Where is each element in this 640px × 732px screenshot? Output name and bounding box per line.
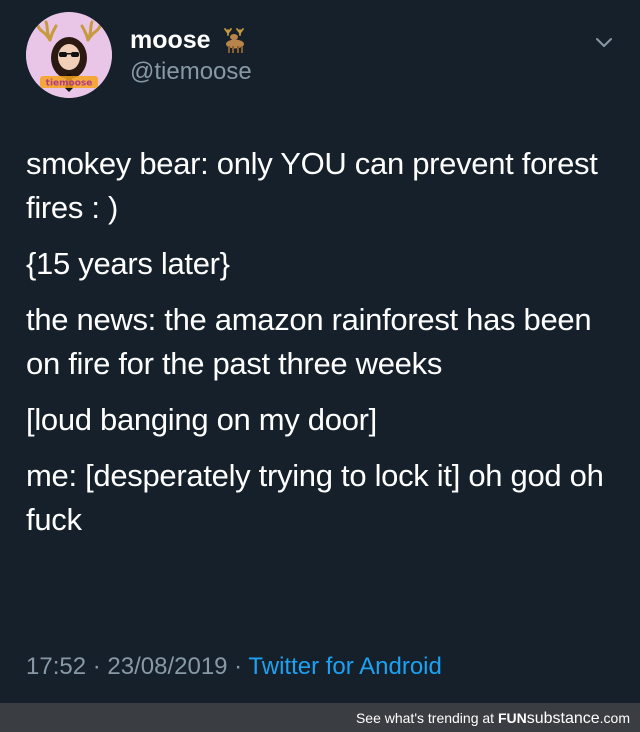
avatar-image: tiemoose	[26, 12, 112, 98]
watermark-brand-com: .com	[599, 710, 630, 726]
tweet-line: the news: the amazon rainforest has been…	[26, 302, 592, 381]
tweet-card: tiemoose moose @tiemoose smokey bear: on…	[0, 0, 640, 703]
display-name-row[interactable]: moose	[130, 26, 249, 54]
watermark-text[interactable]: See what's trending at FUNsubstance.com	[356, 709, 630, 728]
watermark-brand-substance: substance	[526, 710, 600, 727]
avatar-logo-text: tiemoose	[46, 79, 93, 89]
tweet-time[interactable]: 17:52	[26, 653, 86, 680]
tweet-source-link[interactable]: Twitter for Android	[248, 653, 441, 680]
tweet-date[interactable]: 23/08/2019	[107, 653, 227, 680]
tweet-line: smokey bear: only YOU can prevent forest…	[26, 146, 598, 225]
user-handle[interactable]: @tiemoose	[130, 58, 252, 86]
meta-separator: ·	[227, 653, 249, 680]
tweet-line: [loud banging on my door]	[26, 402, 377, 437]
avatar[interactable]: tiemoose	[26, 12, 112, 98]
chevron-down-icon[interactable]	[592, 30, 616, 54]
meta-separator: ·	[86, 653, 108, 680]
tweet-line: {15 years later}	[26, 246, 230, 281]
display-name[interactable]: moose	[130, 26, 211, 54]
tweet-line: me: [desperately trying to lock it] oh g…	[26, 458, 604, 537]
tweet-body: smokey bear: only YOU can prevent forest…	[26, 142, 616, 554]
tweet-meta: 17:52 · 23/08/2019 · Twitter for Android	[26, 651, 442, 683]
watermark-bar: See what's trending at FUNsubstance.com	[0, 703, 640, 732]
deer-icon	[219, 26, 249, 54]
watermark-brand-fun: FUN	[497, 710, 527, 726]
watermark-trending-text: See what's trending at	[355, 710, 498, 726]
